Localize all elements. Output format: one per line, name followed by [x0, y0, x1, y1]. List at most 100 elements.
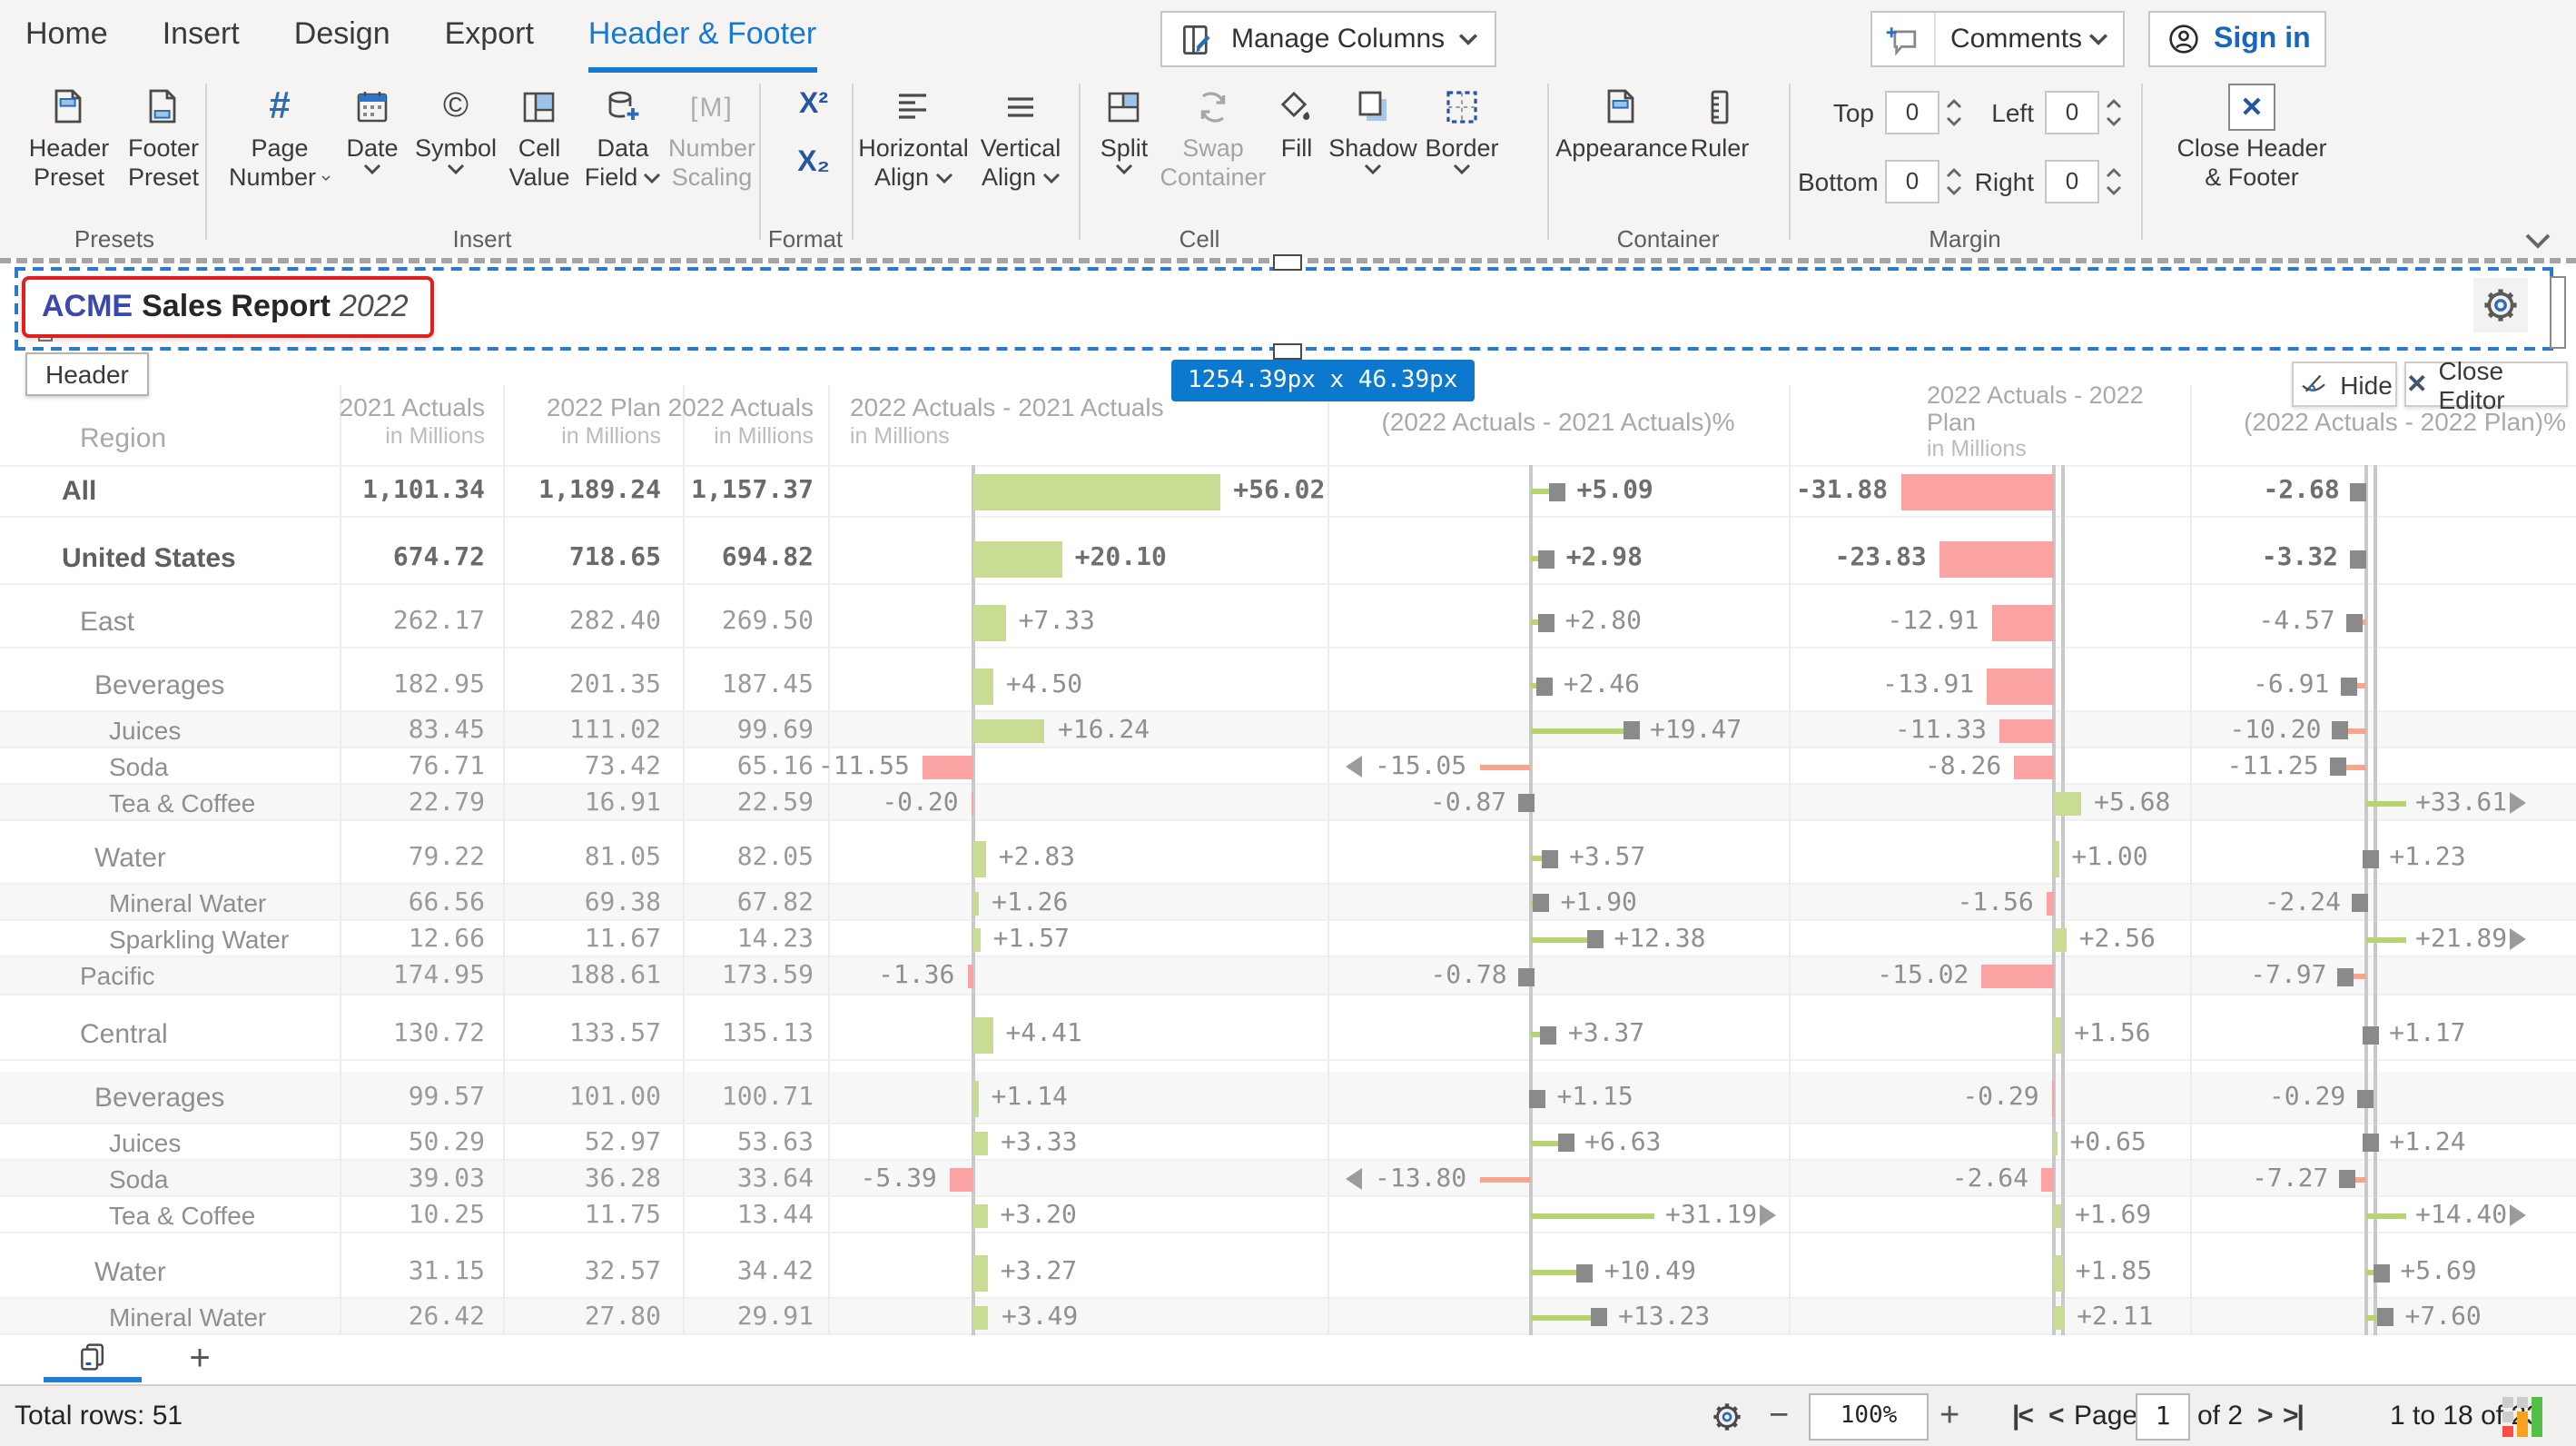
variance-value: +7.60 — [2405, 1299, 2482, 1335]
table-row[interactable]: Tea & Coffee22.7916.9122.59-0.20+5.68-0.… — [0, 785, 2576, 821]
report-title-box[interactable]: ACME Sales Report 2022 — [22, 276, 434, 338]
table-row[interactable]: Beverages182.95201.35187.45+4.50-13.91+2… — [0, 659, 2576, 712]
appearance-button[interactable]: Appearance — [1562, 80, 1682, 236]
add-comment-icon[interactable] — [1872, 13, 1936, 65]
column-header-variance-abs[interactable]: 2022 Actuals - 2021 Actualsin Millions — [850, 392, 1164, 451]
shadow-button[interactable]: Shadow — [1329, 80, 1416, 236]
margin-left-input[interactable]: 0 — [2045, 91, 2099, 134]
zoom-level-input[interactable]: 100% — [1809, 1386, 1929, 1446]
margin-bottom-input[interactable]: 0 — [1885, 160, 1939, 203]
zoom-in-button[interactable]: + — [1939, 1386, 1959, 1446]
superscript-button[interactable]: X² — [774, 84, 854, 127]
variance-bar — [1999, 718, 2054, 742]
subscript-button[interactable]: X₂ — [774, 142, 854, 185]
table-row[interactable]: Pacific174.95188.61173.59-1.36-15.02-0.7… — [0, 957, 2576, 995]
table-row[interactable]: Sparkling Water12.6611.6714.23+1.57+2.56… — [0, 921, 2576, 957]
header-preset-button[interactable]: Header Preset — [25, 80, 113, 236]
table-row[interactable]: Juices50.2952.9753.63+3.33+0.65+6.63+1.2… — [0, 1124, 2576, 1161]
pin-line — [1531, 728, 1630, 733]
plan-variance-bar-cell: +1.69 — [1789, 1197, 2190, 1233]
manage-columns-button[interactable]: Manage Columns — [1160, 11, 1495, 67]
variance-pct-cell: +2.80 — [1327, 596, 1789, 649]
vertical-align-button[interactable]: Vertical Align — [970, 80, 1071, 236]
tab-export[interactable]: Export — [445, 0, 534, 73]
table-row[interactable]: Mineral Water26.4227.8029.91+3.49+2.11+1… — [0, 1299, 2576, 1335]
split-cell-button[interactable]: Split — [1090, 80, 1159, 236]
variance-value: +33.61 — [2415, 785, 2507, 821]
table-row[interactable]: Mineral Water66.5669.3867.82+1.26-1.56+1… — [0, 885, 2576, 921]
cell-value-button[interactable]: Cell Value — [501, 80, 577, 236]
column-header-2022-actuals[interactable]: 2022 Actualsin Millions — [545, 392, 814, 451]
column-header-variance-pct[interactable]: (2022 Actuals - 2021 Actuals)% — [1327, 407, 1789, 436]
variance-value: +3.20 — [1001, 1197, 1077, 1233]
first-page-button[interactable]: |< — [2012, 1386, 2032, 1446]
header-settings-button[interactable] — [2473, 278, 2528, 332]
variance-bar — [2054, 1203, 2062, 1227]
column-header-plan-variance-abs[interactable]: 2022 Actuals - 2022Planin Millions — [1927, 381, 2144, 463]
table-row[interactable]: Tea & Coffee10.2511.7513.44+3.20+1.69+31… — [0, 1197, 2576, 1233]
page-number-input[interactable]: 1 — [2136, 1386, 2190, 1446]
table-row[interactable]: Water31.1532.5734.42+3.27+1.85+10.49+5.6… — [0, 1246, 2576, 1299]
plan-variance-bar-cell: +2.56 — [1789, 921, 2190, 957]
table-row[interactable]: Soda76.7173.4265.16-11.55-8.26-15.05-11.… — [0, 748, 2576, 785]
close-editor-button[interactable]: ✕ Close Editor — [2404, 362, 2568, 407]
horizontal-align-button[interactable]: Horizontal Align — [861, 80, 966, 236]
gear-icon — [2479, 283, 2522, 327]
sign-in-button[interactable]: Sign in — [2148, 11, 2327, 67]
plan-variance-bar-cell: +2.11 — [1789, 1299, 2190, 1335]
row-label: Soda — [109, 748, 168, 785]
close-header-footer-button[interactable]: ✕ Close Header & Footer — [2157, 80, 2346, 236]
prev-page-button[interactable]: < — [2048, 1386, 2063, 1446]
ruler-button[interactable]: Ruler — [1685, 80, 1754, 236]
table-row[interactable]: Juices83.45111.0299.69+16.24-11.33+19.47… — [0, 712, 2576, 748]
variance-bar — [973, 1080, 979, 1116]
table-row[interactable]: Soda39.0336.2833.64-5.39-2.64-13.80-7.27 — [0, 1161, 2576, 1197]
footer-preset-button[interactable]: Footer Preset — [120, 80, 207, 236]
report-year: 2022 — [340, 289, 409, 325]
hide-button[interactable]: Hide — [2292, 362, 2397, 407]
sheet-tab-bar: + — [0, 1335, 2576, 1384]
group-separator — [1547, 84, 1549, 240]
table-row[interactable]: All1,101.341,189.241,157.37+56.02-31.88+… — [0, 465, 2576, 518]
chevron-down-icon — [363, 163, 381, 174]
comments-button[interactable]: Comments — [1870, 11, 2124, 67]
next-page-button[interactable]: > — [2257, 1386, 2272, 1446]
insert-date-button[interactable]: Date — [338, 80, 407, 236]
row-label: Beverages — [94, 1072, 224, 1124]
collapse-ribbon-button[interactable] — [2524, 233, 2551, 249]
resize-handle-top[interactable] — [1273, 254, 1302, 271]
border-button[interactable]: Border — [1420, 80, 1504, 236]
table-row[interactable]: East262.17282.40269.50+7.33-12.91+2.80-4… — [0, 596, 2576, 649]
tab-home[interactable]: Home — [25, 0, 108, 73]
variance-value: +2.56 — [2079, 921, 2156, 957]
page-number-button[interactable]: # Page Number — [229, 80, 331, 236]
scrollbar-handle[interactable] — [2550, 276, 2566, 349]
table-settings-button[interactable] — [1709, 1386, 1745, 1446]
margin-top-input[interactable]: 0 — [1885, 91, 1939, 134]
fill-button[interactable]: Fill — [1268, 80, 1326, 236]
tab-insert[interactable]: Insert — [163, 0, 240, 73]
cell-2021-actuals: 182.95 — [340, 659, 485, 712]
resize-handle-bottom[interactable] — [1273, 343, 1302, 360]
column-header-region[interactable]: Region — [80, 425, 166, 454]
active-sheet-tab[interactable] — [44, 1335, 142, 1382]
table-row[interactable]: Central130.72133.57135.13+4.41+1.56+3.37… — [0, 1008, 2576, 1061]
report-table: Region 2021 Actualsin Millions 2022 Plan… — [0, 381, 2576, 1335]
tab-design[interactable]: Design — [294, 0, 390, 73]
add-sheet-button[interactable]: + — [174, 1335, 225, 1382]
tab-header-footer[interactable]: Header & Footer — [588, 0, 816, 73]
table-row[interactable]: Water79.2281.0582.05+2.83+1.00+3.57+1.23 — [0, 832, 2576, 885]
appearance-icon — [1562, 80, 1682, 134]
table-row[interactable]: United States674.72718.65694.82+20.10-23… — [0, 532, 2576, 585]
data-field-button[interactable]: Data Field — [581, 80, 665, 236]
margin-right-field: Right 0 — [1969, 160, 2123, 203]
margin-right-input[interactable]: 0 — [2045, 160, 2099, 203]
row-label: All — [62, 465, 96, 518]
ribbon-tabs: Home Insert Design Export Header & Footer — [25, 0, 816, 73]
page-of-label: of 2 — [2197, 1386, 2243, 1446]
zoom-out-button[interactable]: − — [1769, 1386, 1789, 1446]
insert-symbol-button[interactable]: © Symbol — [414, 80, 498, 236]
page-number-icon: # — [229, 80, 331, 134]
last-page-button[interactable]: >| — [2283, 1386, 2303, 1446]
table-row[interactable]: Beverages99.57101.00100.71+1.14-0.29+1.1… — [0, 1072, 2576, 1124]
